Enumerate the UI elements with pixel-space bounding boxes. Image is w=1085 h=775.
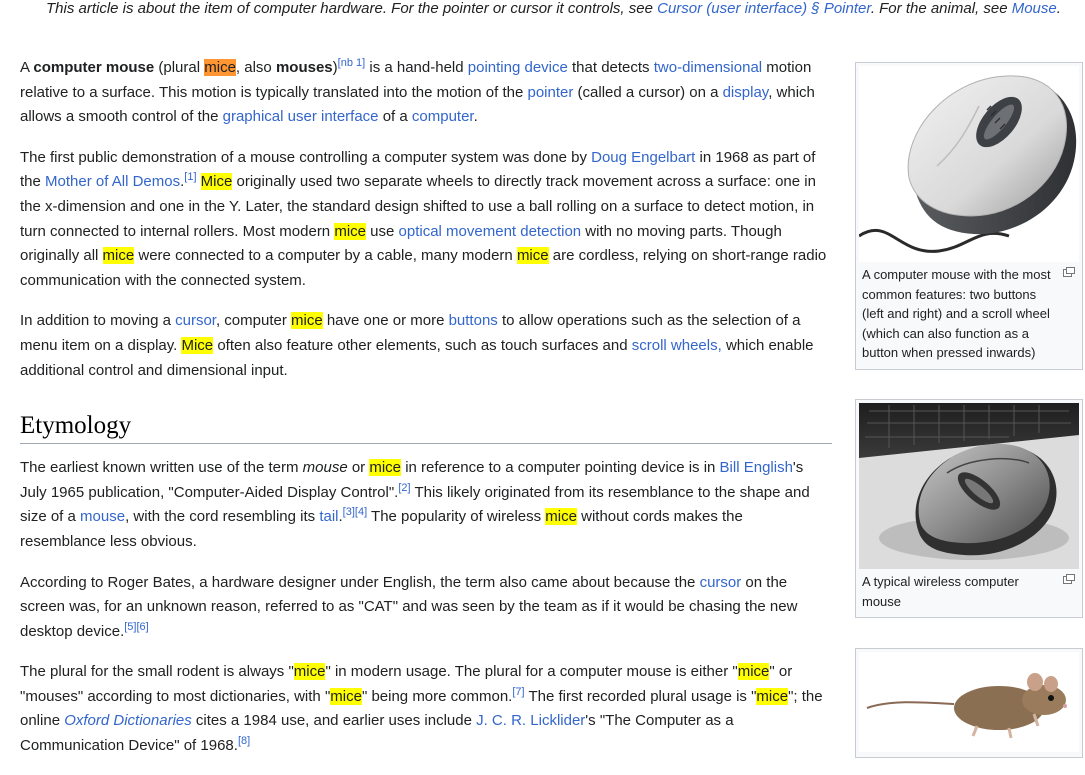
- link-pointer[interactable]: pointer: [527, 84, 573, 101]
- link-two-dimensional[interactable]: two-dimensional: [654, 59, 762, 76]
- search-highlight: mice: [291, 312, 323, 330]
- link-scroll-wheels[interactable]: scroll wheels,: [632, 337, 722, 354]
- search-highlight: mice: [330, 687, 362, 705]
- rodent-mouse-image[interactable]: [859, 652, 1079, 752]
- link-gui[interactable]: graphical user interface: [223, 108, 379, 125]
- footnote-8[interactable]: [8]: [238, 735, 250, 747]
- wired-mouse-illustration: [859, 75, 1077, 253]
- search-highlight: mice: [293, 663, 326, 681]
- footnote-3-4[interactable]: [3][4]: [343, 506, 367, 518]
- figure-wired-mouse: A computer mouse with the most common fe…: [855, 62, 1083, 370]
- link-computer[interactable]: computer: [412, 108, 474, 125]
- wireless-mouse-image[interactable]: [859, 403, 1079, 569]
- enlarge-icon[interactable]: [1063, 267, 1075, 277]
- link-tail[interactable]: tail: [319, 508, 338, 525]
- etymology-paragraph-1: The earliest known written use of the te…: [20, 459, 810, 550]
- intro-paragraph-1: A computer mouse (plural mice, also mous…: [20, 57, 815, 126]
- section-heading-etymology: Etymology: [20, 411, 832, 445]
- intro-paragraph-2: The first public demonstration of a mous…: [20, 148, 827, 289]
- link-licklider[interactable]: J. C. R. Licklider: [476, 712, 585, 729]
- footnote-5-6[interactable]: [5][6]: [124, 621, 148, 633]
- hatnote-text: . For the animal, see: [870, 0, 1012, 17]
- search-highlight: Mice: [181, 336, 214, 354]
- search-highlight: mice: [102, 247, 135, 265]
- hatnote: This article is about the item of comput…: [46, 0, 1066, 22]
- figure-wireless-mouse: A typical wireless computer mouse: [855, 399, 1083, 618]
- wired-mouse-image[interactable]: [859, 66, 1079, 262]
- link-buttons[interactable]: buttons: [449, 312, 498, 329]
- search-highlight: mice: [756, 687, 789, 705]
- link-oxford-dictionaries[interactable]: Oxford Dictionaries: [64, 712, 192, 729]
- etymology-paragraph-3: The plural for the small rodent is alway…: [20, 663, 823, 755]
- search-highlight: mice: [516, 247, 549, 265]
- search-highlight: mice: [334, 222, 366, 240]
- link-bill-english[interactable]: Bill English: [720, 459, 793, 476]
- enlarge-icon[interactable]: [1063, 574, 1075, 584]
- article-body: A computer mouse (plural mice, also mous…: [20, 56, 832, 775]
- search-highlight-current: mice: [204, 59, 236, 76]
- bold-term: mouses: [275, 59, 333, 76]
- rodent-mouse-illustration: [866, 673, 1067, 739]
- footnote-1[interactable]: [1]: [184, 171, 196, 183]
- figure-caption: A typical wireless computer mouse: [859, 569, 1079, 614]
- link-mouse[interactable]: mouse: [80, 508, 125, 525]
- figure-rodent-mouse: [855, 648, 1083, 758]
- link-pointing-device[interactable]: pointing device: [468, 59, 568, 76]
- wireless-mouse-illustration: [859, 403, 1079, 569]
- link-cursor[interactable]: cursor: [175, 312, 216, 329]
- figure-caption: A computer mouse with the most common fe…: [859, 262, 1079, 366]
- intro-paragraph-3: In addition to moving a cursor, computer…: [20, 312, 814, 379]
- footnote-nb1[interactable]: [nb 1]: [338, 57, 366, 69]
- bold-term: computer mouse: [33, 59, 155, 76]
- search-highlight: mice: [545, 508, 577, 526]
- link-doug-engelbart[interactable]: Doug Engelbart: [591, 149, 695, 166]
- hatnote-text: This article is about the item of comput…: [46, 0, 658, 17]
- hatnote-text: .: [1056, 0, 1061, 17]
- link-display[interactable]: display: [723, 84, 769, 101]
- link-mother-of-all-demos[interactable]: Mother of All Demos: [45, 173, 180, 190]
- etymology-paragraph-2: According to Roger Bates, a hardware des…: [20, 573, 798, 640]
- hatnote-link-cursor[interactable]: Cursor (user interface) § Pointer: [657, 0, 871, 17]
- search-highlight: mice: [737, 663, 770, 681]
- hatnote-link-mouse[interactable]: Mouse: [1012, 0, 1057, 17]
- link-cursor-2[interactable]: cursor: [700, 574, 742, 591]
- footnote-7[interactable]: [7]: [512, 686, 524, 698]
- footnote-2[interactable]: [2]: [398, 482, 410, 494]
- search-highlight: mice: [369, 459, 402, 477]
- italic-term: mouse: [302, 459, 348, 477]
- search-highlight: Mice: [200, 173, 233, 191]
- link-optical-movement-detection[interactable]: optical movement detection: [399, 223, 582, 240]
